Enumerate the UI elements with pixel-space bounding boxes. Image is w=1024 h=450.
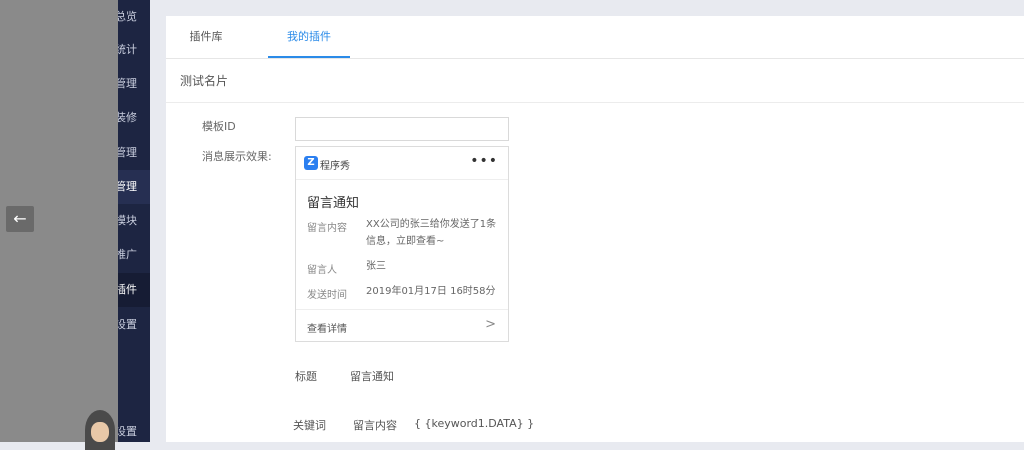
chevron-right-icon: > [485, 317, 496, 332]
sidebar-item-label: 设置 [115, 318, 137, 331]
card-header: Z 程序秀 ••• [296, 147, 508, 180]
row-label-sender: 留言人 [307, 265, 337, 276]
brand-logo-icon: Z [304, 156, 318, 170]
more-icon[interactable]: ••• [470, 153, 498, 169]
view-details-link[interactable]: 查看详情 [307, 320, 347, 335]
card-title: 留言通知 [307, 196, 360, 211]
sidebar-item-label: 管理 [115, 146, 137, 159]
row-value-content: XX公司的张三给你发送了1条信息，立即查看~ [366, 219, 497, 247]
title-value: 留言通知 [350, 370, 394, 383]
sidebar-item-label: 装修 [115, 111, 137, 124]
row-label-time: 发送时间 [307, 290, 347, 301]
tab-bar: 插件库 我的插件 [166, 16, 1024, 59]
sidebar-item-label: 管理 [115, 180, 137, 193]
sidebar-item-label: 总览 [115, 10, 137, 23]
row-value-sender: 张三 [366, 261, 386, 272]
tab-my-plugins[interactable]: 我的插件 [268, 16, 350, 58]
template-id-label: 模板ID [202, 120, 236, 133]
card-footer[interactable]: 查看详情 > [296, 309, 508, 342]
keyword-label: 关键词 [293, 419, 326, 432]
divider [166, 102, 1024, 103]
tab-plugin-library[interactable]: 插件库 [180, 16, 232, 58]
keyword-value: { {keyword1.DATA} } [414, 417, 535, 430]
sidebar-item-label: 设置 [115, 425, 137, 438]
sidebar-item-label: 插件 [115, 283, 137, 296]
message-preview-card: Z 程序秀 ••• 留言通知 留言内容 XX公司的张三给你发送了1条信息，立即查… [295, 146, 509, 342]
title-label: 标题 [295, 370, 317, 383]
main-panel: 插件库 我的插件 测试名片 模板ID 消息展示效果: Z 程序秀 ••• 留言通… [166, 16, 1024, 442]
row-value-time: 2019年01月17日 16时58分 [366, 286, 496, 297]
row-label-content: 留言内容 [307, 223, 347, 234]
sidebar-item-label: 推广 [115, 248, 137, 261]
section-title: 测试名片 [180, 74, 229, 88]
drawer-overlay[interactable]: ← [0, 0, 118, 450]
preview-label: 消息展示效果: [202, 150, 272, 163]
sidebar-item-label: 统计 [115, 43, 137, 56]
template-id-input[interactable] [295, 117, 509, 141]
back-button[interactable]: ← [6, 206, 34, 232]
brand-name: 程序秀 [320, 161, 350, 172]
sidebar-item-label: 模块 [115, 214, 137, 227]
arrow-left-icon: ← [13, 209, 27, 228]
sidebar-item-label: 管理 [115, 77, 137, 90]
keyword-name: 留言内容 [353, 419, 397, 432]
avatar [85, 410, 115, 450]
